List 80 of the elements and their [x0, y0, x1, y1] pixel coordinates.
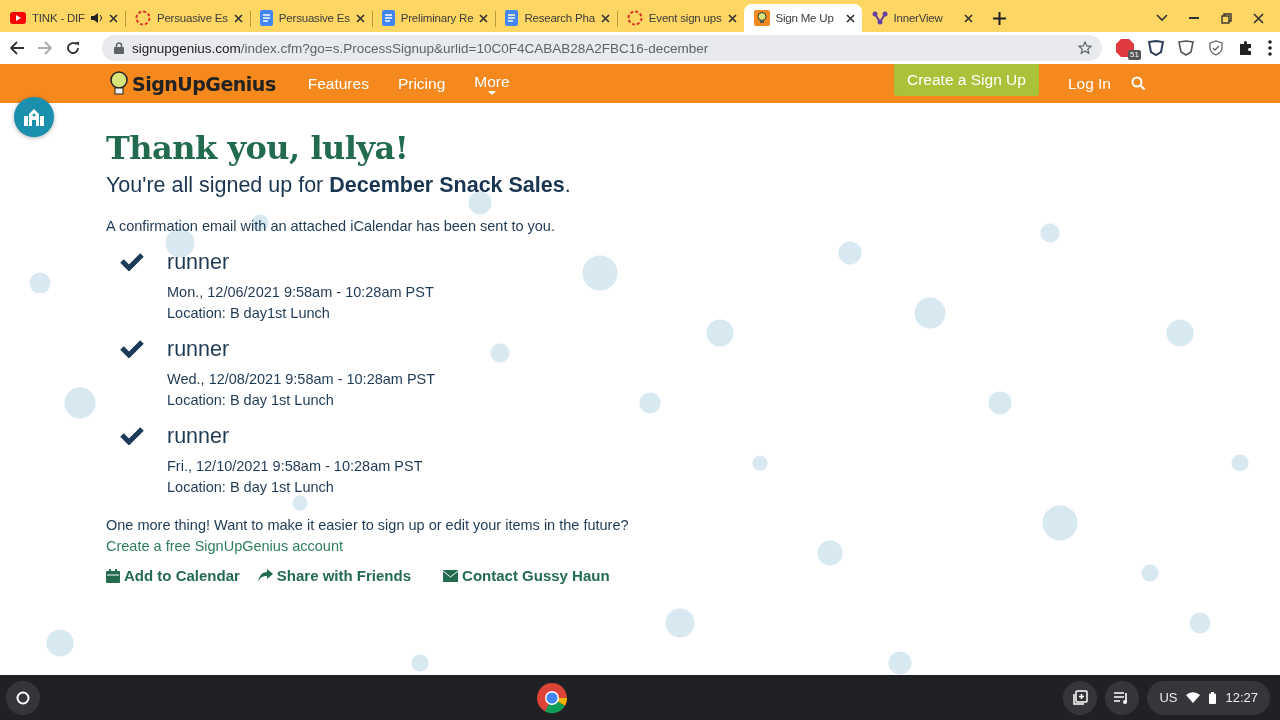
- new-tab-icon[interactable]: [993, 11, 1006, 25]
- signup-confirmation-heading: You're all signed up for December Snack Sales.: [106, 173, 572, 198]
- confirmation-text: A confirmation email with an attached iCalendar has been sent to you.: [106, 218, 556, 234]
- slot-item-name: runner: [167, 423, 231, 450]
- contact-link[interactable]: Contact Gussy Haun: [443, 567, 610, 584]
- clock-time: 12:27: [1225, 690, 1258, 705]
- close-icon[interactable]: [600, 13, 610, 23]
- lock-icon: [114, 42, 124, 54]
- reload-icon[interactable]: [66, 41, 80, 55]
- lightbulb-icon: [753, 10, 770, 26]
- close-icon[interactable]: [727, 13, 737, 23]
- address-bar[interactable]: signupgenius.com/index.cfm?go=s.ProcessSignup&urlid=10C0F4CABAB28A2FBC16-december: [102, 35, 1102, 61]
- url-text: signupgenius.com/index.cfm?go=s.ProcessSignup&urlid=10C0F4CABAB28A2FBC16-december: [132, 40, 710, 56]
- dotted-ring-icon: [626, 10, 643, 26]
- share-link[interactable]: Share with Friends: [257, 567, 412, 584]
- shield-icon[interactable]: [1148, 40, 1164, 56]
- checkmark-icon: [120, 339, 144, 358]
- browser-tab[interactable]: Preliminary Re: [371, 4, 496, 32]
- close-icon[interactable]: [479, 13, 489, 23]
- launcher-button[interactable]: [6, 680, 40, 715]
- circle-icon: [16, 690, 30, 705]
- slot-item-name: runner: [167, 249, 231, 276]
- close-icon[interactable]: [355, 13, 365, 23]
- document-icon: [505, 10, 519, 26]
- wifi-icon: [1186, 692, 1201, 703]
- browser-tab[interactable]: InnerView: [861, 4, 980, 32]
- create-account-link[interactable]: Create a free SignUpGenius account: [106, 538, 343, 554]
- restore-icon[interactable]: [1220, 12, 1232, 24]
- network-icon: [871, 10, 888, 26]
- battery-icon: [1209, 691, 1217, 704]
- close-icon[interactable]: [1252, 12, 1264, 24]
- caret-icon: [487, 90, 496, 95]
- slot-location: Location: B day 1st Lunch: [167, 479, 335, 495]
- slot-location: Location: B day1st Lunch: [167, 305, 331, 321]
- slot-date-time: Wed., 12/08/2021 9:58am - 10:28am PST: [167, 371, 437, 387]
- document-icon: [259, 10, 273, 26]
- speaker-icon[interactable]: [90, 12, 103, 24]
- close-icon[interactable]: [108, 13, 118, 23]
- close-icon[interactable]: [233, 13, 243, 23]
- chrome-browser-icon[interactable]: [535, 681, 568, 714]
- share-arrow-icon: [257, 568, 273, 583]
- checkmark-icon: [120, 426, 144, 445]
- shield-check-icon[interactable]: [1208, 40, 1224, 56]
- slot-location: Location: B day 1st Lunch: [167, 392, 335, 408]
- lightbulb-icon: [108, 70, 130, 97]
- status-tray[interactable]: US 12:27: [1147, 680, 1270, 715]
- shield-icon[interactable]: [1178, 40, 1194, 56]
- slot-date-time: Fri., 12/10/2021 9:58am - 10:28am PST: [167, 458, 424, 474]
- puzzle-piece-icon[interactable]: [1238, 40, 1254, 56]
- dotted-ring-icon: [134, 10, 151, 26]
- browser-tab[interactable]: TINK - DIF: [0, 4, 125, 32]
- close-icon[interactable]: [845, 13, 855, 23]
- media-controls-button[interactable]: [1105, 680, 1140, 715]
- browser-tab[interactable]: Research Pha: [495, 4, 617, 32]
- document-icon: [381, 10, 395, 26]
- browser-tab[interactable]: Persuasive Es: [124, 4, 250, 32]
- account-prompt: One more thing! Want to make it easier to sign up or edit your items in the future?: [106, 517, 630, 533]
- building-icon: [24, 108, 44, 126]
- more-menu-icon[interactable]: [1268, 40, 1272, 56]
- slot-date-time: Mon., 12/06/2021 9:58am - 10:28am PST: [167, 284, 435, 300]
- calendar-icon: [106, 568, 120, 583]
- screen-capture-button[interactable]: [1063, 680, 1098, 715]
- close-icon[interactable]: [963, 13, 973, 23]
- extension-badge: 51: [1128, 50, 1141, 60]
- chevron-down-icon[interactable]: [1156, 14, 1168, 22]
- keyboard-layout-label: US: [1159, 690, 1178, 705]
- site-logo[interactable]: SignUpGenius: [108, 70, 276, 97]
- checkmark-icon: [120, 252, 144, 271]
- back-arrow-icon[interactable]: [10, 41, 24, 55]
- browser-tab[interactable]: Sign Me Up: [743, 4, 862, 32]
- stacked-images-icon: [1072, 689, 1089, 706]
- add-calendar-link[interactable]: Add to Calendar: [106, 567, 240, 584]
- video-play-icon: [10, 12, 26, 24]
- envelope-icon: [443, 569, 459, 582]
- accessibility-button[interactable]: [14, 97, 54, 137]
- browser-tab[interactable]: Event sign ups: [616, 4, 744, 32]
- slot-item-name: runner: [167, 336, 231, 363]
- star-icon[interactable]: [1078, 41, 1092, 55]
- browser-tab[interactable]: Persuasive Es: [249, 4, 372, 32]
- thank-you-heading: Thank you, lulya!: [106, 129, 410, 167]
